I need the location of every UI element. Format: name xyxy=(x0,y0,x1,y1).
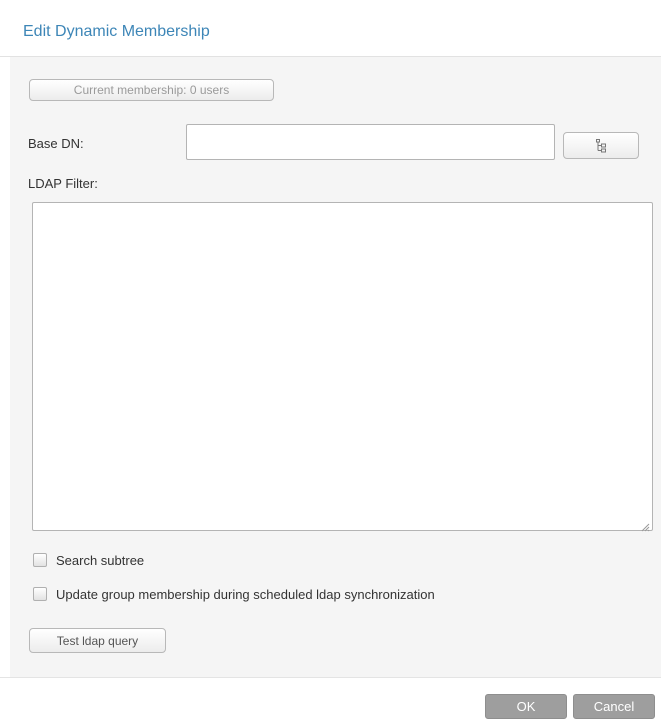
dialog-header: Edit Dynamic Membership xyxy=(0,0,661,57)
update-membership-label: Update group membership during scheduled… xyxy=(56,587,435,602)
test-ldap-query-button[interactable]: Test ldap query xyxy=(29,628,166,653)
edit-dynamic-membership-dialog: Edit Dynamic Membership Current membersh… xyxy=(0,0,661,724)
dialog-body: Current membership: 0 users Base DN: LDA… xyxy=(10,57,661,677)
ok-label: OK xyxy=(516,699,536,714)
current-membership-label: Current membership: 0 users xyxy=(73,83,230,97)
current-membership-button[interactable]: Current membership: 0 users xyxy=(29,79,274,101)
update-membership-checkbox[interactable] xyxy=(33,587,47,601)
tree-icon xyxy=(595,138,607,153)
search-subtree-label: Search subtree xyxy=(56,553,145,568)
cancel-label: Cancel xyxy=(593,699,635,714)
dialog-footer: OK Cancel xyxy=(0,677,661,724)
test-ldap-query-label: Test ldap query xyxy=(56,633,139,648)
base-dn-input[interactable] xyxy=(186,124,555,160)
base-dn-label: Base DN: xyxy=(28,136,84,151)
resize-grip-icon[interactable] xyxy=(641,519,650,532)
search-subtree-checkbox[interactable] xyxy=(33,553,47,567)
ldap-filter-label: LDAP Filter: xyxy=(28,176,98,191)
browse-base-dn-button[interactable] xyxy=(563,132,639,159)
ldap-filter-textarea[interactable] xyxy=(32,202,653,532)
dialog-title: Edit Dynamic Membership xyxy=(23,23,210,40)
cancel-button[interactable]: Cancel xyxy=(573,694,655,719)
ok-button[interactable]: OK xyxy=(485,694,567,719)
